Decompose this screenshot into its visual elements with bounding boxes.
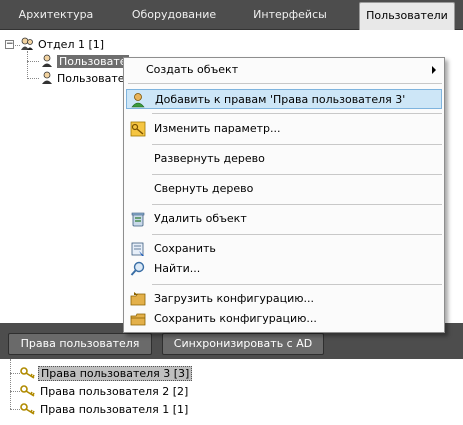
sync-ad-button[interactable]: Синхронизировать с AD [162, 333, 324, 355]
menu-item-save-config[interactable]: Сохранить конфигурацию... [126, 309, 442, 329]
menu-separator [152, 144, 442, 145]
tree-connector [10, 373, 20, 374]
rights-item[interactable]: Права пользователя 2 [2] [40, 383, 188, 400]
menu-item-label: Найти... [154, 262, 201, 275]
menu-item-label: Создать объект [146, 63, 239, 76]
tree-user-item[interactable]: Пользовате [57, 70, 125, 87]
menu-item-label: Сохранить [154, 242, 216, 255]
search-icon [130, 261, 145, 276]
recycle-bin-icon [131, 212, 145, 227]
rights-item-label: Права пользователя 1 [1] [40, 403, 189, 416]
key-icon [20, 385, 35, 397]
menu-item-label: Сохранить конфигурацию... [154, 312, 317, 325]
tree-connector [10, 359, 11, 409]
user-add-icon [131, 93, 145, 108]
save-icon [131, 242, 144, 256]
tree-connector [10, 391, 20, 392]
rights-item[interactable]: Права пользователя 1 [1] [40, 401, 188, 418]
tree-user-label: Пользовате [57, 72, 125, 85]
tree-user-label: Пользовате [57, 55, 129, 68]
menu-item-find[interactable]: Найти... [126, 259, 442, 279]
menu-separator [128, 83, 442, 84]
folder-icon [130, 292, 146, 306]
user-icon [42, 54, 52, 67]
key-icon [130, 121, 146, 137]
user-icon [42, 71, 52, 84]
menu-item-edit-parameter[interactable]: Изменить параметр... [126, 119, 442, 139]
department-icon [21, 37, 33, 50]
top-tab-bar: Архитектура Оборудование Интерфейсы Поль… [0, 0, 463, 30]
tab-users[interactable]: Пользователи [359, 2, 455, 30]
menu-separator [152, 113, 442, 114]
folder-icon [130, 313, 146, 326]
tree-connector [27, 51, 28, 79]
submenu-arrow-icon [432, 66, 436, 74]
tree-user-item[interactable]: Пользовате [57, 53, 129, 70]
menu-separator [152, 284, 442, 285]
menu-item-expand-tree[interactable]: Развернуть дерево [126, 149, 442, 169]
menu-item-save[interactable]: Сохранить [126, 239, 442, 259]
menu-item-load-config[interactable]: Загрузить конфигурацию... [126, 289, 442, 309]
rights-item[interactable]: Права пользователя 3 [3] [38, 365, 193, 382]
tree-connector [27, 78, 39, 79]
menu-separator [152, 204, 442, 205]
menu-item-delete-object[interactable]: Удалить объект [126, 209, 442, 229]
rights-item-label: Права пользователя 2 [2] [40, 385, 189, 398]
menu-item-create-object[interactable]: Создать объект [126, 60, 442, 80]
menu-item-label: Изменить параметр... [154, 122, 281, 135]
menu-separator [152, 174, 442, 175]
key-icon [20, 367, 35, 379]
tree-root-label[interactable]: Отдел 1 [1] [38, 36, 104, 53]
menu-item-label: Загрузить конфигурацию... [154, 292, 314, 305]
user-rights-button[interactable]: Права пользователя [8, 333, 152, 355]
tab-interfaces[interactable]: Интерфейсы [238, 0, 342, 29]
tab-equipment[interactable]: Оборудование [122, 0, 226, 29]
menu-item-label: Добавить к правам 'Права пользователя 3' [155, 93, 406, 106]
menu-item-add-to-rights[interactable]: Добавить к правам 'Права пользователя 3' [126, 89, 442, 109]
menu-item-label: Развернуть дерево [154, 152, 265, 165]
menu-item-label: Свернуть дерево [154, 182, 254, 195]
menu-item-label: Удалить объект [154, 212, 247, 225]
tab-architecture[interactable]: Архитектура [8, 0, 104, 29]
context-menu: Создать объект Добавить к правам 'Права … [123, 57, 445, 333]
tree-connector [10, 409, 20, 410]
collapse-expander[interactable]: − [5, 40, 14, 49]
menu-separator [152, 234, 442, 235]
rights-item-label: Права пользователя 3 [3] [38, 366, 193, 381]
key-icon [20, 403, 35, 415]
menu-item-collapse-tree[interactable]: Свернуть дерево [126, 179, 442, 199]
rights-tree: Права пользователя 3 [3] Права пользоват… [0, 359, 463, 425]
tree-connector [27, 61, 39, 62]
